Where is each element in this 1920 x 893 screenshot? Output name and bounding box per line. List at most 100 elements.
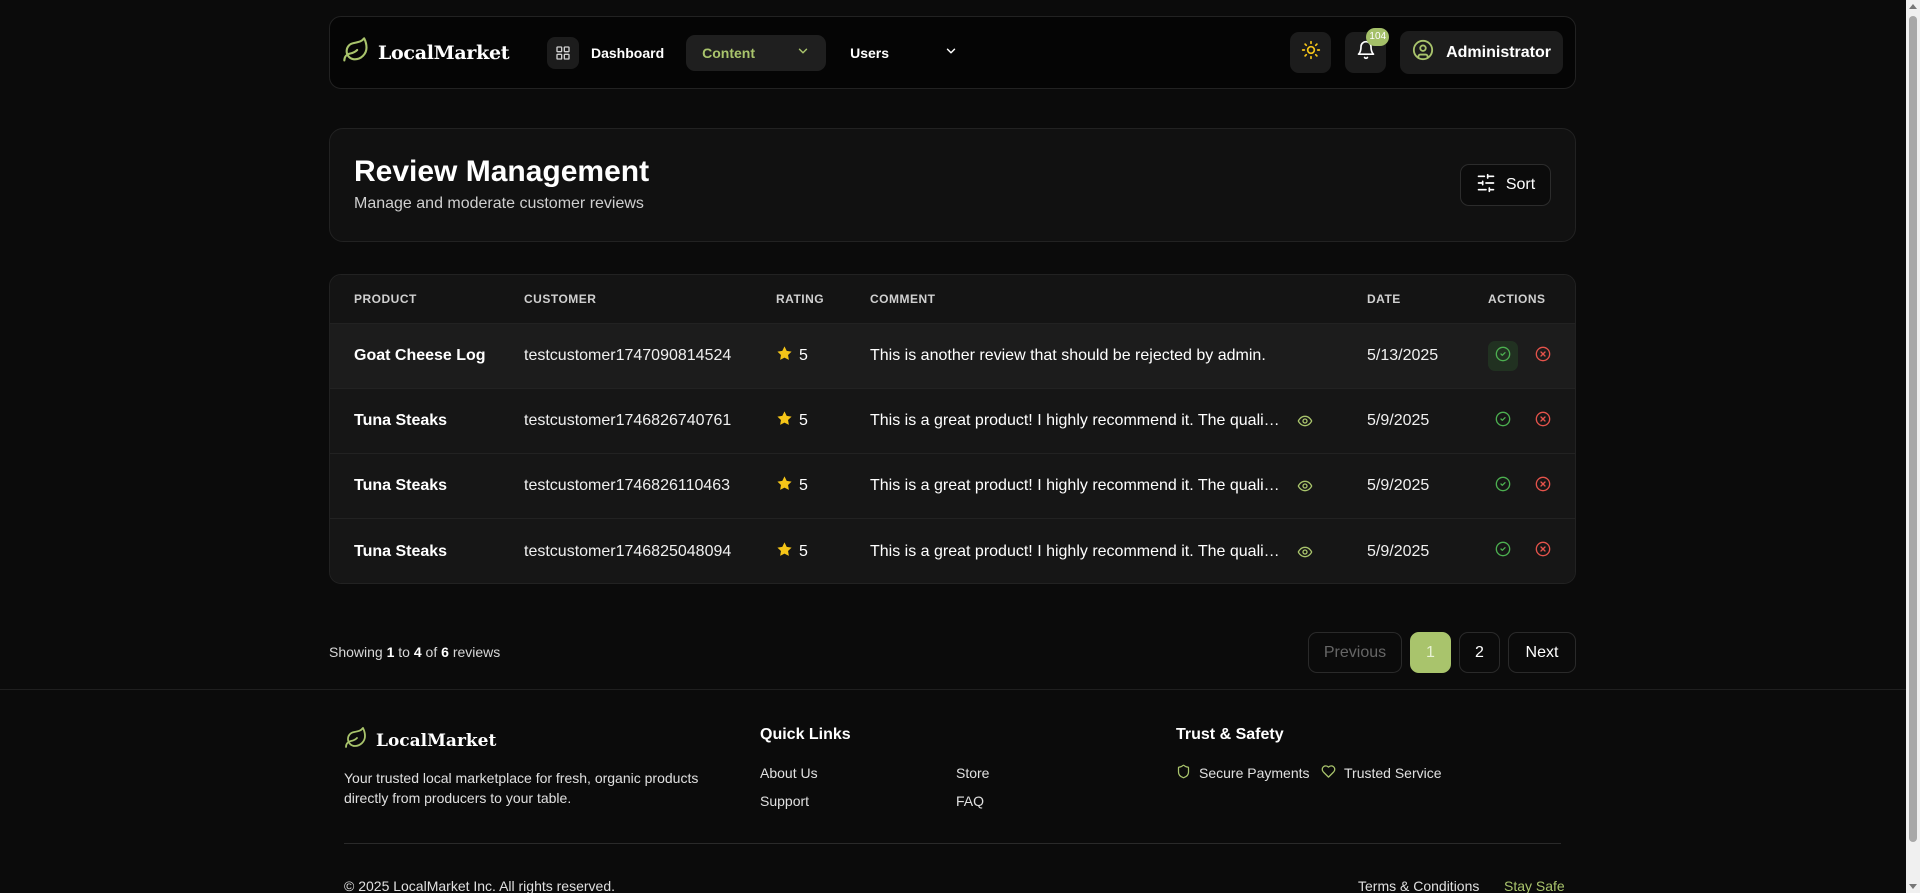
page: LocalMarket Dashboard Content Users 104 … — [0, 0, 1906, 893]
reviews-table: PRODUCT CUSTOMER RATING COMMENT DATE ACT… — [329, 274, 1576, 584]
trust-secure-payments: Secure Payments — [1176, 764, 1310, 782]
previous-page-button[interactable]: Previous — [1308, 632, 1402, 673]
approve-button[interactable] — [1488, 341, 1518, 371]
user-menu-button[interactable]: Administrator — [1400, 31, 1563, 74]
nav-users-label: Users — [850, 44, 890, 61]
brand-logo[interactable]: LocalMarket — [342, 36, 547, 69]
customer-cell: testcustomer1746826110463 — [524, 477, 731, 494]
quick-links-heading: Quick Links — [760, 726, 851, 743]
footer-divider — [344, 843, 1561, 844]
showing-to-word: to — [398, 644, 410, 660]
approve-button[interactable] — [1488, 537, 1518, 567]
approve-button[interactable] — [1488, 406, 1518, 436]
comment-text: This is another review that should be re… — [870, 347, 1266, 364]
rating-cell: 5 — [776, 541, 870, 563]
page-header-card: Review Management Manage and moderate cu… — [329, 128, 1576, 242]
column-header-date[interactable]: DATE — [1367, 292, 1488, 306]
footer-link-support[interactable]: Support — [760, 793, 809, 809]
footer-brand[interactable]: LocalMarket — [344, 726, 496, 755]
column-header-comment[interactable]: COMMENT — [870, 292, 1367, 306]
trust-trusted-service: Trusted Service — [1321, 764, 1442, 782]
theme-toggle-button[interactable] — [1290, 32, 1332, 73]
user-circle-icon — [1412, 39, 1434, 66]
showing-total: 6 — [441, 644, 449, 660]
table-row[interactable]: Tuna Steaks testcustomer1746826110463 5 … — [330, 454, 1575, 519]
nav-right-group: 104 Administrator — [1290, 28, 1563, 74]
footer: LocalMarket Your trusted local marketpla… — [0, 689, 1906, 893]
scroll-up-arrow-icon[interactable] — [1909, 4, 1917, 9]
star-icon — [776, 475, 793, 497]
nav-users-dropdown[interactable]: Users — [834, 35, 974, 71]
page-2-button[interactable]: 2 — [1459, 632, 1500, 673]
comment-cell: This is another review that should be re… — [870, 347, 1367, 365]
footer-link-store[interactable]: Store — [956, 765, 989, 781]
table-row[interactable]: Goat Cheese Log testcustomer174709081452… — [330, 324, 1575, 389]
approve-button[interactable] — [1488, 471, 1518, 501]
footer-link-about[interactable]: About Us — [760, 765, 818, 781]
rating-cell: 5 — [776, 475, 870, 497]
comment-cell: This is a great product! I highly recomm… — [870, 412, 1367, 430]
x-circle-icon — [1535, 346, 1551, 367]
product-cell: Tuna Steaks — [354, 477, 448, 494]
table-row[interactable]: Tuna Steaks testcustomer1746825048094 5 … — [330, 519, 1575, 583]
check-circle-icon — [1495, 411, 1511, 432]
nav-dashboard-label: Dashboard — [591, 44, 665, 61]
check-circle-icon — [1495, 346, 1511, 367]
column-header-rating[interactable]: RATING — [776, 292, 870, 306]
page-scrollbar[interactable] — [1906, 0, 1920, 893]
notification-badge: 104 — [1366, 28, 1390, 46]
showing-suffix: reviews — [452, 644, 501, 660]
chevron-down-icon — [796, 44, 810, 61]
eye-icon[interactable] — [1297, 544, 1313, 560]
next-page-button[interactable]: Next — [1508, 632, 1576, 673]
footer-description: Your trusted local marketplace for fresh… — [344, 770, 699, 806]
page-1-button[interactable]: 1 — [1410, 632, 1451, 673]
scrollbar-thumb[interactable] — [1909, 16, 1917, 842]
reject-button[interactable] — [1528, 471, 1558, 501]
eye-icon[interactable] — [1297, 413, 1313, 429]
rating-value: 5 — [799, 542, 808, 560]
leaf-icon — [344, 726, 368, 755]
trust-heading: Trust & Safety — [1176, 726, 1284, 743]
terms-link[interactable]: Terms & Conditions — [1358, 878, 1479, 893]
showing-prefix: Showing — [329, 644, 383, 660]
table-header: PRODUCT CUSTOMER RATING COMMENT DATE ACT… — [330, 275, 1575, 324]
rating-value: 5 — [799, 412, 808, 429]
table-row[interactable]: Tuna Steaks testcustomer1746826740761 5 … — [330, 389, 1575, 454]
showing-of-word: of — [425, 644, 438, 660]
star-icon — [776, 345, 793, 367]
showing-to: 4 — [413, 644, 422, 660]
rating-cell: 5 — [776, 345, 870, 367]
copyright-text: © 2025 LocalMarket Inc. All rights reser… — [344, 878, 615, 893]
rating-value: 5 — [799, 347, 808, 364]
stay-safe-link[interactable]: Stay Safe — [1504, 878, 1565, 893]
footer-link-faq[interactable]: FAQ — [956, 793, 984, 809]
eye-icon[interactable] — [1297, 478, 1313, 494]
actions-cell — [1488, 471, 1558, 501]
secure-payments-label: Secure Payments — [1199, 765, 1310, 781]
customer-cell: testcustomer1746825048094 — [524, 542, 732, 560]
x-circle-icon — [1535, 541, 1551, 562]
scroll-down-arrow-icon[interactable] — [1909, 884, 1917, 889]
actions-cell — [1488, 406, 1558, 436]
nav-dashboard[interactable]: Dashboard — [547, 35, 678, 71]
star-icon — [776, 541, 793, 563]
sort-button[interactable]: Sort — [1460, 164, 1551, 206]
user-menu-label: Administrator — [1446, 43, 1551, 61]
comment-text: This is a great product! I highly recomm… — [870, 412, 1283, 429]
reject-button[interactable] — [1528, 537, 1558, 567]
star-icon — [776, 410, 793, 432]
nav-content-dropdown[interactable]: Content — [686, 34, 827, 71]
date-cell: 5/9/2025 — [1367, 542, 1430, 560]
date-cell: 5/9/2025 — [1367, 412, 1430, 429]
notifications-button[interactable]: 104 — [1345, 28, 1390, 73]
product-cell: Tuna Steaks — [354, 412, 448, 429]
column-header-product[interactable]: PRODUCT — [330, 292, 524, 306]
column-header-customer[interactable]: CUSTOMER — [524, 292, 776, 306]
actions-cell — [1488, 341, 1558, 371]
showing-from: 1 — [386, 644, 395, 660]
reject-button[interactable] — [1528, 341, 1558, 371]
reject-button[interactable] — [1528, 406, 1558, 436]
actions-cell — [1488, 537, 1558, 567]
column-header-actions: ACTIONS — [1488, 292, 1546, 306]
